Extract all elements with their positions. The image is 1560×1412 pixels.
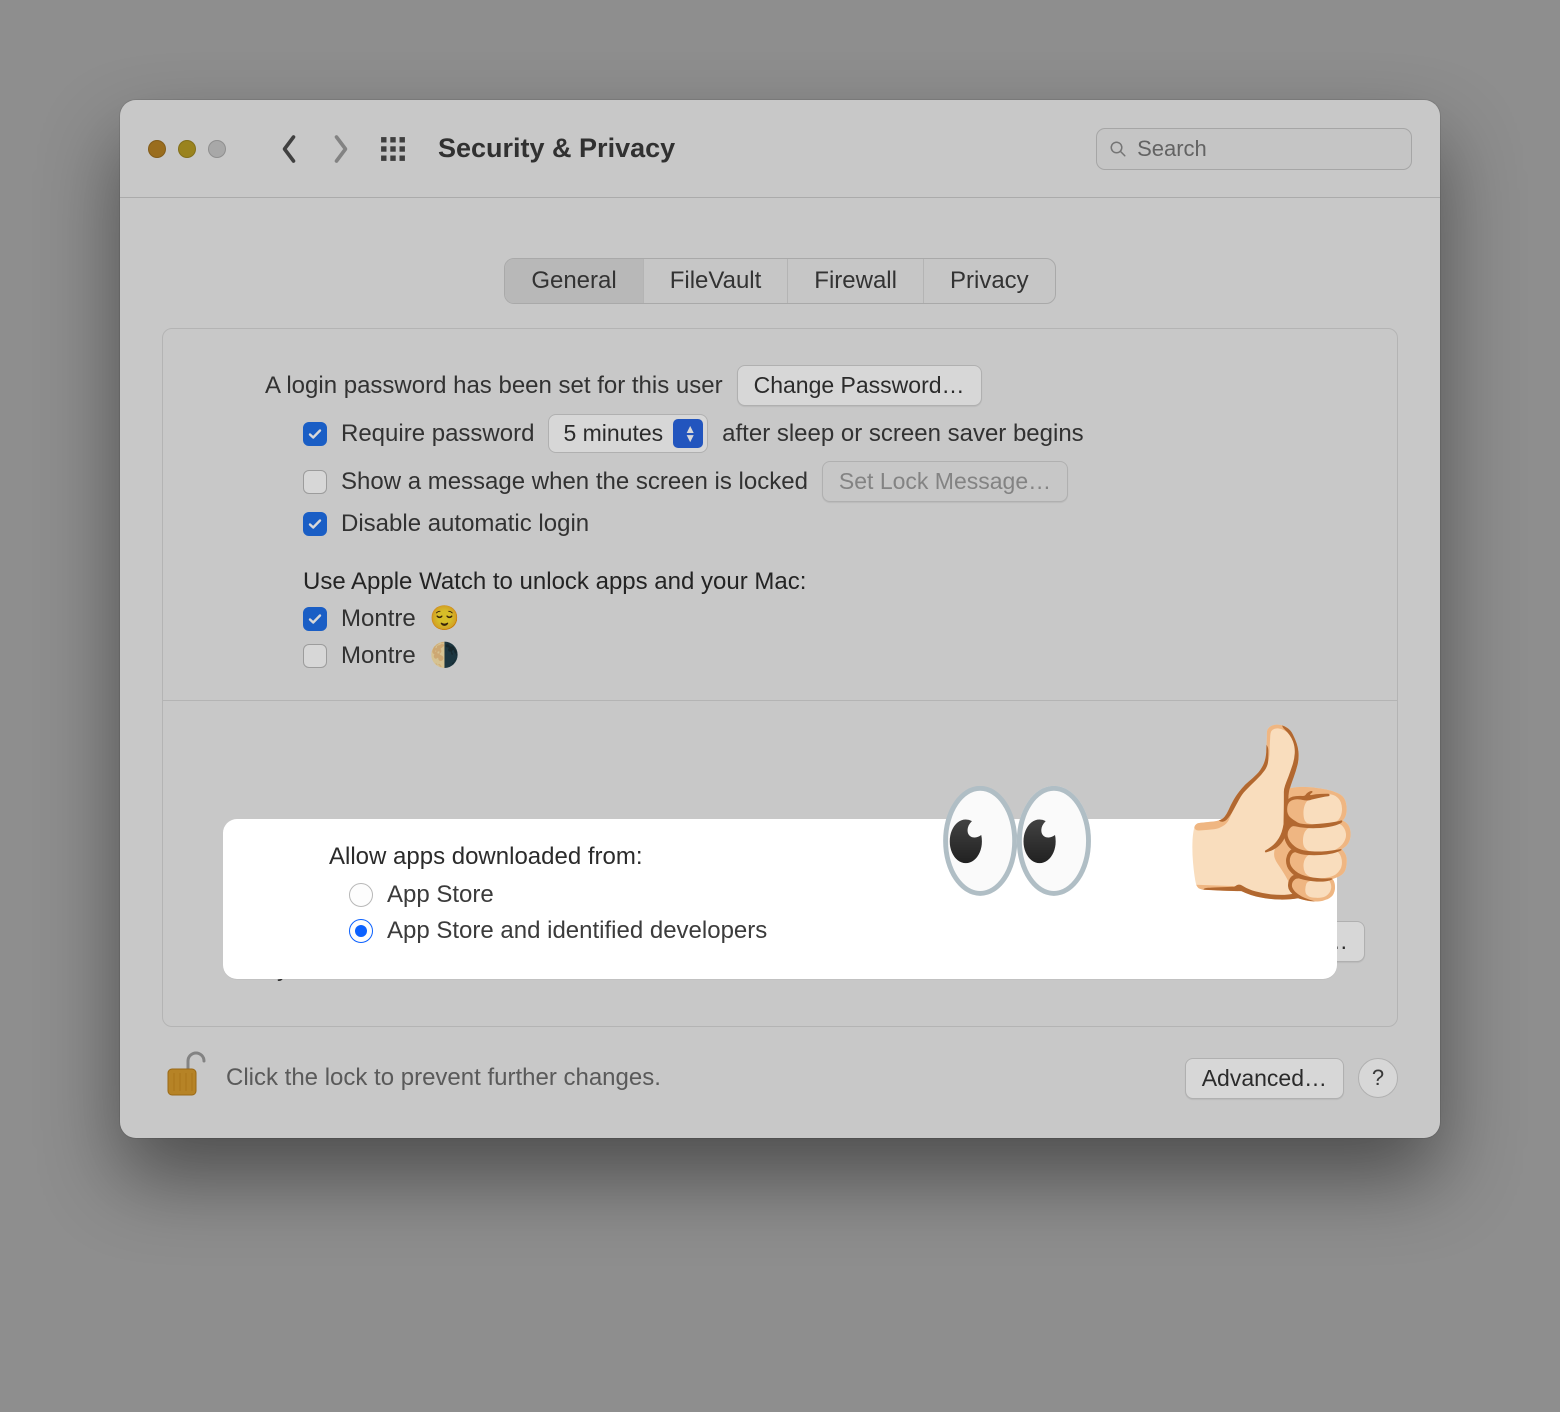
allow-apps-heading: Allow apps downloaded from: [329,843,1301,871]
tab-segment: General FileVault Firewall Privacy [504,258,1055,304]
minimize-window-button[interactable] [178,140,196,158]
tab-privacy[interactable]: Privacy [924,259,1055,303]
apple-watch-heading: Use Apple Watch to unlock apps and your … [303,568,1365,596]
tab-filevault[interactable]: FileVault [644,259,789,303]
general-panel: A login password has been set for this u… [162,328,1398,1027]
chevron-left-icon [279,134,299,164]
check-icon [307,611,323,627]
search-field[interactable] [1096,128,1412,170]
zoom-window-button[interactable] [208,140,226,158]
titlebar: Security & Privacy [120,100,1440,198]
apple-watch-2-label: Montre [341,642,416,670]
login-password-msg: A login password has been set for this u… [265,372,723,400]
show-message-checkbox[interactable] [303,470,327,494]
disable-auto-login-label: Disable automatic login [341,510,589,538]
require-password-delay-value: 5 minutes [563,420,663,446]
apple-watch-1-label: Montre [341,605,416,633]
advanced-button[interactable]: Advanced… [1185,1058,1344,1099]
help-button[interactable]: ? [1358,1058,1398,1098]
allow-apps-radio-identified[interactable] [349,919,373,943]
divider [163,700,1397,701]
back-button[interactable] [272,132,306,166]
apple-watch-1-checkbox[interactable] [303,607,327,631]
show-all-button[interactable] [376,132,410,166]
allow-apps-radio-appstore[interactable] [349,883,373,907]
tab-general[interactable]: General [505,259,643,303]
change-password-button[interactable]: Change Password… [737,365,982,406]
lock-open-icon [162,1049,206,1101]
disable-auto-login-checkbox[interactable] [303,512,327,536]
grid-icon [380,136,406,162]
search-icon [1109,139,1127,159]
search-input[interactable] [1137,136,1399,162]
check-icon [307,516,323,532]
apple-watch-2-emoji: 🌗 [430,641,460,670]
lock-button[interactable] [162,1049,206,1108]
eyes-emoji-overlay: 👀 [933,773,1101,908]
lock-message: Click the lock to prevent further change… [226,1064,661,1092]
check-icon [307,426,323,442]
require-password-suffix: after sleep or screen saver begins [722,420,1084,448]
allow-apps-option-1: App Store and identified developers [387,917,767,945]
close-window-button[interactable] [148,140,166,158]
footer: Click the lock to prevent further change… [120,1027,1440,1138]
show-message-label: Show a message when the screen is locked [341,468,808,496]
content-area: General FileVault Firewall Privacy A log… [120,198,1440,1027]
forward-button[interactable] [324,132,358,166]
window-title: Security & Privacy [438,133,675,164]
require-password-delay-select[interactable]: 5 minutes ▲▼ [548,414,708,453]
traffic-lights [148,140,226,158]
set-lock-message-button[interactable]: Set Lock Message… [822,461,1068,502]
thumbs-up-emoji-overlay: 👍🏻 [1163,727,1375,897]
tab-bar: General FileVault Firewall Privacy [162,258,1398,304]
preferences-window: Security & Privacy General FileVault Fir… [120,100,1440,1138]
require-password-prefix: Require password [341,420,534,448]
select-arrows-icon: ▲▼ [684,425,696,443]
apple-watch-2-checkbox[interactable] [303,644,327,668]
tab-firewall[interactable]: Firewall [788,259,924,303]
allow-apps-option-0: App Store [387,881,494,909]
require-password-checkbox[interactable] [303,422,327,446]
chevron-right-icon [331,134,351,164]
apple-watch-1-emoji: 😌 [430,604,460,633]
